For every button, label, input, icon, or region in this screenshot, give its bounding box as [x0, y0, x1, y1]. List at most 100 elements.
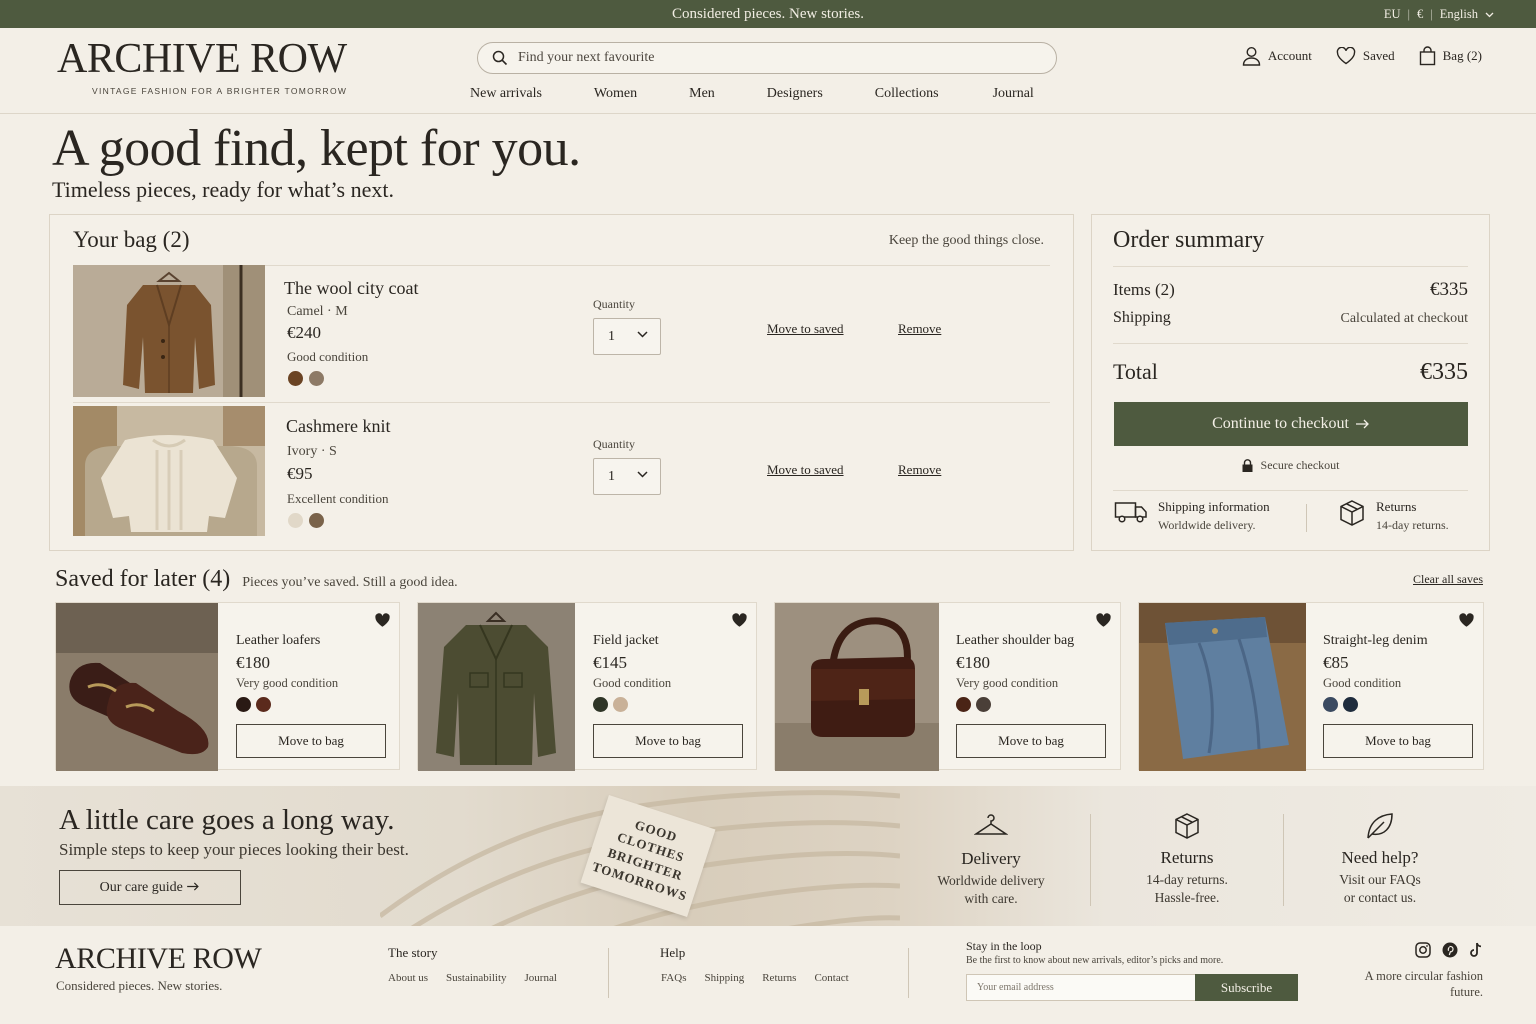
color-swatch[interactable] [956, 697, 971, 712]
heart-filled-icon[interactable] [374, 613, 391, 628]
product-image-denim[interactable] [1139, 603, 1306, 771]
brand-logo[interactable]: ARCHIVE ROW [57, 38, 347, 80]
footer-link-journal[interactable]: Journal [525, 972, 557, 984]
heart-filled-icon[interactable] [1458, 613, 1475, 628]
nav-women[interactable]: Women [594, 86, 637, 102]
divider [73, 402, 1050, 403]
returns-info-sub: 14-day returns. [1376, 518, 1449, 532]
page-title: A good find, kept for you. [52, 120, 581, 177]
item-name[interactable]: Cashmere knit [286, 416, 390, 437]
help-info[interactable]: Need help? Visit our FAQs or contact us. [1300, 812, 1460, 906]
move-to-bag-button[interactable]: Move to bag [593, 724, 743, 758]
footer-closing: A more circular fashion future. [1364, 969, 1483, 999]
color-swatch[interactable] [309, 513, 324, 528]
bag-link[interactable]: Bag (2) [1419, 46, 1482, 66]
color-swatch[interactable] [593, 697, 608, 712]
chevron-down-icon [1485, 12, 1494, 17]
saved-item-condition: Very good condition [236, 676, 339, 690]
pinterest-icon[interactable] [1442, 942, 1458, 958]
search-input[interactable] [518, 50, 1038, 66]
help-line: or contact us. [1343, 889, 1417, 905]
locale-switcher[interactable]: EU | € | English [1384, 7, 1494, 22]
nav-new-arrivals[interactable]: New arrivals [470, 86, 542, 102]
product-image-knit[interactable] [73, 406, 265, 536]
footer-link-about[interactable]: About us [388, 972, 428, 984]
color-swatch[interactable] [976, 697, 991, 712]
returns-info-link[interactable]: Returns 14-day returns. [1338, 499, 1449, 533]
nav-journal[interactable]: Journal [993, 86, 1034, 102]
shipping-info-link[interactable]: Shipping information Worldwide delivery. [1114, 499, 1270, 533]
move-to-bag-button[interactable]: Move to bag [956, 724, 1106, 758]
color-swatch[interactable] [1323, 697, 1338, 712]
language-selector[interactable]: English [1440, 7, 1478, 22]
tiktok-icon[interactable] [1469, 942, 1483, 958]
page-subtitle: Timeless pieces, ready for what’s next. [52, 177, 394, 202]
checkout-button[interactable]: Continue to checkout [1114, 402, 1468, 446]
color-swatch[interactable] [613, 697, 628, 712]
separator-dot: · [320, 444, 329, 459]
saved-subtitle: Pieces you’ve saved. Still a good idea. [242, 575, 458, 590]
saved-item-name[interactable]: Leather shoulder bag [956, 633, 1074, 649]
footer-story-title: The story [388, 945, 438, 960]
divider: | [1407, 7, 1411, 21]
quantity-select[interactable]: 1 [593, 318, 661, 355]
remove-link[interactable]: Remove [898, 462, 941, 478]
account-link[interactable]: Account [1242, 46, 1312, 66]
footer-link-returns[interactable]: Returns [762, 972, 796, 984]
heart-filled-icon[interactable] [731, 613, 748, 628]
saved-item-price: €180 [236, 653, 270, 672]
product-image-field-jacket[interactable] [418, 603, 575, 771]
arrow-right-icon [187, 881, 200, 891]
saved-title: Saved for later (4) [55, 566, 231, 592]
footer-link-faqs[interactable]: FAQs [661, 972, 686, 984]
move-to-saved-link[interactable]: Move to saved [767, 462, 844, 478]
color-swatch[interactable] [256, 697, 271, 712]
instagram-icon[interactable] [1415, 942, 1431, 958]
nav-designers[interactable]: Designers [767, 86, 823, 102]
subscribe-button[interactable]: Subscribe [1195, 974, 1298, 1001]
user-icon [1242, 46, 1261, 66]
product-image-coat[interactable] [73, 265, 265, 397]
move-to-bag-button[interactable]: Move to bag [1323, 724, 1473, 758]
saved-item-condition: Good condition [1323, 676, 1402, 690]
footer-link-contact[interactable]: Contact [814, 972, 848, 984]
color-swatch[interactable] [1343, 697, 1358, 712]
bag-item: Cashmere knit Ivory · S €95 Excellent co… [73, 406, 1053, 536]
saved-item-name[interactable]: Leather loafers [236, 633, 320, 649]
returns-info-text: Returns 14-day returns. [1376, 499, 1449, 533]
region-selector[interactable]: EU [1384, 7, 1401, 22]
color-swatch[interactable] [288, 371, 303, 386]
product-image-shoulder-bag[interactable] [775, 603, 939, 771]
color-swatch[interactable] [236, 697, 251, 712]
color-swatch[interactable] [309, 371, 324, 386]
care-subtitle: Simple steps to keep your pieces looking… [59, 840, 409, 859]
quantity-select[interactable]: 1 [593, 458, 661, 495]
footer-logo[interactable]: ARCHIVE ROW [55, 942, 262, 976]
delivery-title: Delivery [961, 849, 1021, 868]
bag-label: Bag (2) [1442, 48, 1482, 63]
heart-filled-icon[interactable] [1095, 613, 1112, 628]
saved-link[interactable]: Saved [1336, 47, 1395, 65]
saved-item-name[interactable]: Straight-leg denim [1323, 633, 1428, 649]
currency-selector[interactable]: € [1417, 7, 1423, 22]
saved-item-price: €145 [593, 653, 627, 672]
email-field[interactable] [966, 974, 1196, 1001]
move-to-saved-link[interactable]: Move to saved [767, 321, 844, 337]
divider [1113, 266, 1468, 267]
color-swatch[interactable] [288, 513, 303, 528]
product-image-loafers[interactable] [56, 603, 218, 771]
nav-men[interactable]: Men [689, 86, 715, 102]
footer-link-shipping[interactable]: Shipping [704, 972, 744, 984]
saved-item-name[interactable]: Field jacket [593, 633, 659, 649]
bag-note: Keep the good things close. [888, 233, 1044, 248]
remove-link[interactable]: Remove [898, 321, 941, 337]
divider [1090, 814, 1091, 906]
footer-link-sustainability[interactable]: Sustainability [446, 972, 507, 984]
item-name[interactable]: The wool city coat [284, 278, 418, 299]
divider: | [1430, 7, 1433, 21]
search-bar[interactable] [477, 42, 1057, 74]
nav-collections[interactable]: Collections [875, 86, 939, 102]
clear-saves-link[interactable]: Clear all saves [1413, 572, 1483, 587]
care-guide-button[interactable]: Our care guide [59, 870, 241, 905]
move-to-bag-button[interactable]: Move to bag [236, 724, 386, 758]
